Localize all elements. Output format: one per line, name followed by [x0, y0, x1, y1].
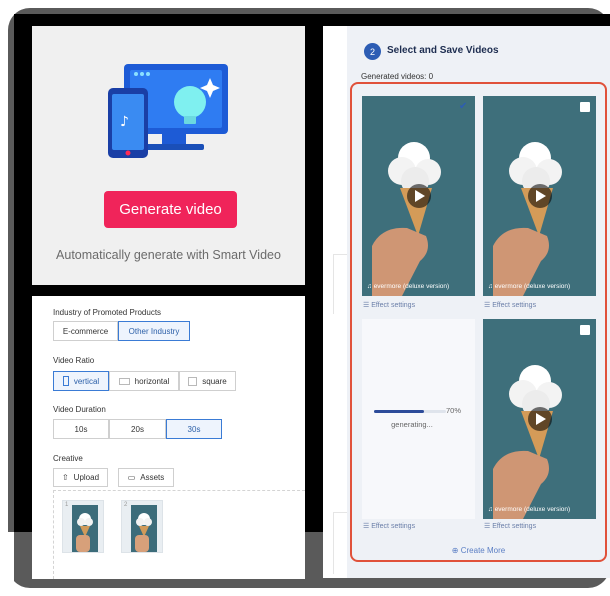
- vertical-ratio-icon: [62, 376, 69, 386]
- select-checkbox[interactable]: [580, 325, 590, 335]
- creative-thumbnail[interactable]: 1: [62, 500, 104, 553]
- upload-icon: ⇧: [61, 473, 69, 482]
- progress-fill: [374, 410, 425, 413]
- assets-button[interactable]: ▭ Assets: [118, 468, 174, 487]
- effect-settings-label: Effect settings: [492, 523, 537, 530]
- effect-settings-link[interactable]: ☰ Effect settings: [484, 301, 536, 309]
- video-song-label: ♫ evermore (deluxe version): [488, 506, 570, 513]
- sliders-icon: ☰: [363, 302, 372, 309]
- video-preview: [483, 96, 596, 296]
- effect-settings-link[interactable]: ☰ Effect settings: [363, 301, 415, 309]
- ratio-option-label: vertical: [73, 376, 100, 386]
- folder-icon: ▭: [127, 473, 136, 482]
- effect-settings-label: Effect settings: [371, 302, 416, 309]
- music-note-icon: ♫: [488, 283, 495, 290]
- effect-settings-label: Effect settings: [492, 302, 537, 309]
- thumbnail-index: 2: [124, 502, 128, 508]
- select-checkbox[interactable]: [580, 102, 590, 112]
- song-title: evermore (deluxe version): [373, 283, 450, 290]
- check-icon[interactable]: ✔: [459, 102, 469, 112]
- sliders-icon: ☰: [363, 523, 372, 530]
- video-settings-form: Industry of Promoted Products E-commerce…: [32, 296, 305, 579]
- video-song-label: ♫ evermore (deluxe version): [367, 283, 449, 290]
- upload-label: Upload: [73, 473, 100, 482]
- thumbnail-index: 1: [65, 502, 69, 508]
- video-card[interactable]: ♫ evermore (deluxe version): [483, 319, 596, 519]
- generate-caption: Automatically generate with Smart Video: [56, 248, 281, 262]
- generated-count: Generated videos: 0: [361, 72, 434, 81]
- video-generating-card: 70% generating...: [362, 319, 475, 519]
- song-title: evermore (deluxe version): [494, 506, 571, 513]
- duration-label: Video Duration: [53, 405, 106, 414]
- video-preview: [483, 319, 596, 519]
- video-song-label: ♫ evermore (deluxe version): [488, 283, 570, 290]
- ratio-option-horizontal[interactable]: horizontal: [109, 371, 179, 391]
- upload-button[interactable]: ⇧ Upload: [53, 468, 108, 487]
- duration-option-10s[interactable]: 10s: [53, 419, 109, 439]
- square-ratio-icon: [188, 376, 198, 386]
- smart-video-illustration-icon: ♪: [108, 64, 228, 158]
- screenshot-frame: ♪ Generate video Automatically generate …: [0, 0, 610, 596]
- plus-circle-icon: ⊕: [451, 546, 461, 555]
- song-title: evermore (deluxe version): [494, 283, 571, 290]
- section-title: Select and Save Videos: [387, 45, 499, 56]
- divider: [333, 254, 347, 314]
- duration-option-30s[interactable]: 30s: [166, 419, 222, 439]
- industry-option-other[interactable]: Other Industry: [118, 321, 190, 341]
- select-videos-panel: 2 Select and Save Videos Generated video…: [347, 26, 610, 578]
- video-card[interactable]: ♫ evermore (deluxe version): [483, 96, 596, 296]
- edge: [0, 532, 14, 596]
- generating-status: generating...: [391, 420, 433, 429]
- music-note-icon: ♫: [488, 506, 495, 513]
- create-more-button[interactable]: ⊕ Create More: [347, 546, 610, 555]
- svg-text:♪: ♪: [120, 114, 129, 130]
- create-more-label: Create More: [460, 546, 506, 555]
- thumbnail-image: [131, 505, 157, 552]
- generation-progress-bar: [374, 410, 446, 413]
- duration-option-20s[interactable]: 20s: [109, 419, 166, 439]
- ratio-option-label: square: [202, 376, 227, 386]
- thumbnail-image: [72, 505, 98, 552]
- creative-thumbnail[interactable]: 2: [121, 500, 163, 553]
- music-note-icon: ♫: [367, 283, 374, 290]
- ratio-option-square[interactable]: square: [179, 371, 236, 391]
- horizontal-ratio-icon: [118, 377, 130, 385]
- industry-option-ecommerce[interactable]: E-commerce: [53, 321, 118, 341]
- preview-edge: [323, 26, 347, 578]
- ratio-label: Video Ratio: [53, 356, 95, 365]
- creative-label: Creative: [53, 454, 83, 463]
- sliders-icon: ☰: [484, 302, 493, 309]
- smart-video-card: ♪ Generate video Automatically generate …: [32, 26, 305, 285]
- industry-label: Industry of Promoted Products: [53, 308, 162, 317]
- video-card[interactable]: ✔ ♫ evermore (deluxe version): [362, 96, 475, 296]
- ratio-option-label: horizontal: [134, 376, 170, 386]
- video-preview: [362, 96, 475, 296]
- effect-settings-link[interactable]: ☰ Effect settings: [363, 522, 415, 530]
- ratio-option-vertical[interactable]: vertical: [53, 371, 109, 391]
- divider: [333, 512, 347, 574]
- assets-label: Assets: [140, 473, 165, 482]
- effect-settings-label: Effect settings: [371, 523, 416, 530]
- step-badge: 2: [364, 43, 381, 60]
- progress-percent: 70%: [446, 406, 462, 415]
- effect-settings-link[interactable]: ☰ Effect settings: [484, 522, 536, 530]
- sliders-icon: ☰: [484, 523, 493, 530]
- generate-video-button[interactable]: Generate video: [104, 191, 237, 228]
